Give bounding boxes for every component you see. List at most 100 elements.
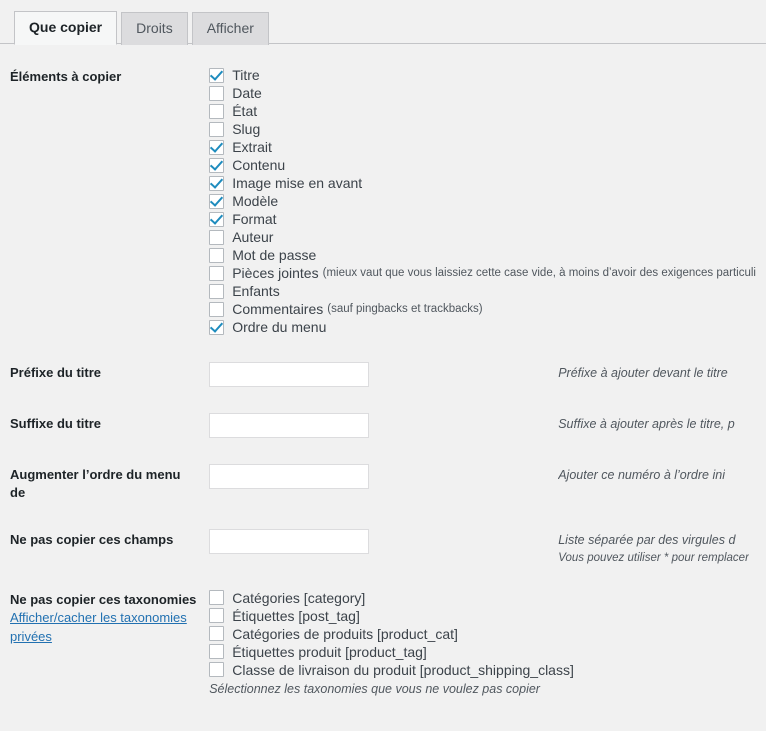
list-item: Étiquettes [post_tag] xyxy=(209,607,756,625)
checkbox-label: Auteur xyxy=(232,229,274,245)
checkbox-auteur[interactable] xyxy=(209,229,225,245)
field-group: Ajouter ce numéro à l’ordre ini xyxy=(209,464,756,489)
checkbox-label: État xyxy=(232,103,258,119)
skip-fields-description: Liste séparée par des virgules d xyxy=(558,533,736,548)
checkbox-label: Enfants xyxy=(232,283,280,299)
label-menu-order-increase: Augmenter l’ordre du menu de xyxy=(10,467,181,500)
taxonomies-note: Sélectionnez les taxonomies que vous ne … xyxy=(209,681,540,696)
title-prefix-input[interactable] xyxy=(209,362,370,387)
list-item: Mot de passe xyxy=(209,246,756,264)
list-item: Enfants xyxy=(209,282,756,300)
list-item: Titre xyxy=(209,66,756,84)
checkbox-label: Ordre du menu xyxy=(232,319,327,335)
field-group: Liste séparée par des virgules d Vous po… xyxy=(209,529,756,567)
list-item: Commentaires (sauf pingbacks et trackbac… xyxy=(209,300,756,318)
checkbox-taxonomy-category[interactable] xyxy=(209,590,225,606)
checkbox-extrait[interactable] xyxy=(209,139,225,155)
checkbox-ordre-du-menu[interactable] xyxy=(209,319,225,335)
checkbox-label: Image mise en avant xyxy=(232,175,363,191)
tab-que-copier[interactable]: Que copier xyxy=(14,11,118,45)
checkbox-titre[interactable] xyxy=(209,67,225,83)
checkbox-label: Catégories [category] xyxy=(232,589,366,606)
toggle-private-taxonomies-link[interactable]: Afficher/cacher les taxonomies privées xyxy=(10,609,199,647)
cell-skip-taxonomies: Catégories [category] Étiquettes [post_t… xyxy=(209,580,766,711)
tab-list: Que copier Droits Afficher xyxy=(14,10,269,45)
title-prefix-description: Préfixe à ajouter devant le titre xyxy=(558,366,728,380)
list-item: État xyxy=(209,102,756,120)
cell-title-suffix: Suffixe à ajouter après le titre, p xyxy=(209,400,766,451)
list-item: Auteur xyxy=(209,228,756,246)
checkbox-contenu[interactable] xyxy=(209,157,225,173)
list-item: Modèle xyxy=(209,192,756,210)
list-item: Pièces jointes (mieux vaut que vous lais… xyxy=(209,264,756,282)
field-group: Préfixe à ajouter devant le titre xyxy=(209,362,756,387)
checkbox-etat[interactable] xyxy=(209,103,225,119)
row-skip-taxonomies: Ne pas copier ces taxonomies Afficher/ca… xyxy=(0,580,766,711)
checkbox-taxonomy-product-tag[interactable] xyxy=(209,644,225,660)
tab-bar: Que copier Droits Afficher xyxy=(0,0,766,45)
checkbox-format[interactable] xyxy=(209,211,225,227)
skip-taxonomies-title: Ne pas copier ces taxonomies xyxy=(10,591,197,607)
checkbox-label: Étiquettes [post_tag] xyxy=(232,607,360,624)
checkbox-label: Mot de passe xyxy=(232,247,317,263)
label-elements-to-copy: Éléments à copier xyxy=(10,69,122,84)
tab-afficher[interactable]: Afficher xyxy=(191,12,269,45)
checkbox-image-mise-en-avant[interactable] xyxy=(209,175,225,191)
settings-form-table: Éléments à copier Titre Date État Slug E… xyxy=(0,57,766,711)
row-title-prefix: Préfixe du titre Préfixe à ajouter devan… xyxy=(0,349,766,400)
skip-fields-input[interactable] xyxy=(209,529,370,555)
checkbox-commentaires[interactable] xyxy=(209,301,225,317)
list-item: Catégories de produits [product_cat] xyxy=(209,625,756,643)
tab-droits[interactable]: Droits xyxy=(121,12,188,45)
checkbox-label: Modèle xyxy=(232,193,279,209)
checkbox-note: (sauf pingbacks et trackbacks) xyxy=(327,303,483,315)
list-item: Date xyxy=(209,84,756,102)
desc-column: Liste séparée par des virgules d Vous po… xyxy=(558,529,749,567)
taxonomies-checkbox-list: Catégories [category] Étiquettes [post_t… xyxy=(209,589,756,679)
checkbox-mot-de-passe[interactable] xyxy=(209,247,225,263)
menu-order-input[interactable] xyxy=(209,464,370,489)
label-skip-fields: Ne pas copier ces champs xyxy=(10,532,174,548)
checkbox-taxonomy-product-shipping-class[interactable] xyxy=(209,662,225,678)
row-title-suffix: Suffixe du titre Suffixe à ajouter après… xyxy=(0,400,766,451)
checkbox-pieces-jointes[interactable] xyxy=(209,265,225,281)
checkbox-label: Commentaires xyxy=(232,301,324,317)
checkbox-taxonomy-post-tag[interactable] xyxy=(209,608,225,624)
checkbox-modele[interactable] xyxy=(209,193,225,209)
field-group: Suffixe à ajouter après le titre, p xyxy=(209,413,756,438)
title-suffix-description: Suffixe à ajouter après le titre, p xyxy=(558,417,735,431)
checkbox-label: Étiquettes produit [product_tag] xyxy=(232,643,427,660)
desc-column: Ajouter ce numéro à l’ordre ini xyxy=(558,464,725,484)
checkbox-label: Classe de livraison du produit [product_… xyxy=(232,661,574,678)
label-title-suffix: Suffixe du titre xyxy=(10,416,102,431)
list-item: Slug xyxy=(209,120,756,138)
checkbox-enfants[interactable] xyxy=(209,283,225,299)
elements-checkbox-list: Titre Date État Slug Extrait Contenu Ima… xyxy=(209,66,756,336)
row-skip-fields: Ne pas copier ces champs Liste séparée p… xyxy=(0,516,766,580)
row-menu-order-increase: Augmenter l’ordre du menu de Ajouter ce … xyxy=(0,451,766,516)
checkbox-label: Date xyxy=(232,85,262,101)
row-elements-to-copy: Éléments à copier Titre Date État Slug E… xyxy=(0,57,766,349)
checkbox-slug[interactable] xyxy=(209,121,225,137)
menu-order-description: Ajouter ce numéro à l’ordre ini xyxy=(558,468,725,482)
list-item: Classe de livraison du produit [product_… xyxy=(209,661,756,679)
checkbox-date[interactable] xyxy=(209,85,225,101)
cell-skip-fields: Liste séparée par des virgules d Vous po… xyxy=(209,516,766,580)
list-item: Étiquettes produit [product_tag] xyxy=(209,643,756,661)
title-suffix-input[interactable] xyxy=(209,413,370,438)
checkbox-taxonomy-product-cat[interactable] xyxy=(209,626,225,642)
cell-elements-to-copy: Titre Date État Slug Extrait Contenu Ima… xyxy=(209,57,766,349)
list-item: Extrait xyxy=(209,138,756,156)
cell-title-prefix: Préfixe à ajouter devant le titre xyxy=(209,349,766,400)
list-item: Contenu xyxy=(209,156,756,174)
checkbox-label: Slug xyxy=(232,121,261,137)
checkbox-label: Titre xyxy=(232,67,260,83)
label-title-prefix: Préfixe du titre xyxy=(10,365,102,380)
cell-menu-order-increase: Ajouter ce numéro à l’ordre ini xyxy=(209,451,766,516)
list-item: Image mise en avant xyxy=(209,174,756,192)
desc-column: Suffixe à ajouter après le titre, p xyxy=(558,413,734,433)
checkbox-label: Contenu xyxy=(232,157,286,173)
checkbox-note: (mieux vaut que vous laissiez cette case… xyxy=(322,267,756,279)
list-item: Format xyxy=(209,210,756,228)
desc-column: Préfixe à ajouter devant le titre xyxy=(558,362,728,382)
